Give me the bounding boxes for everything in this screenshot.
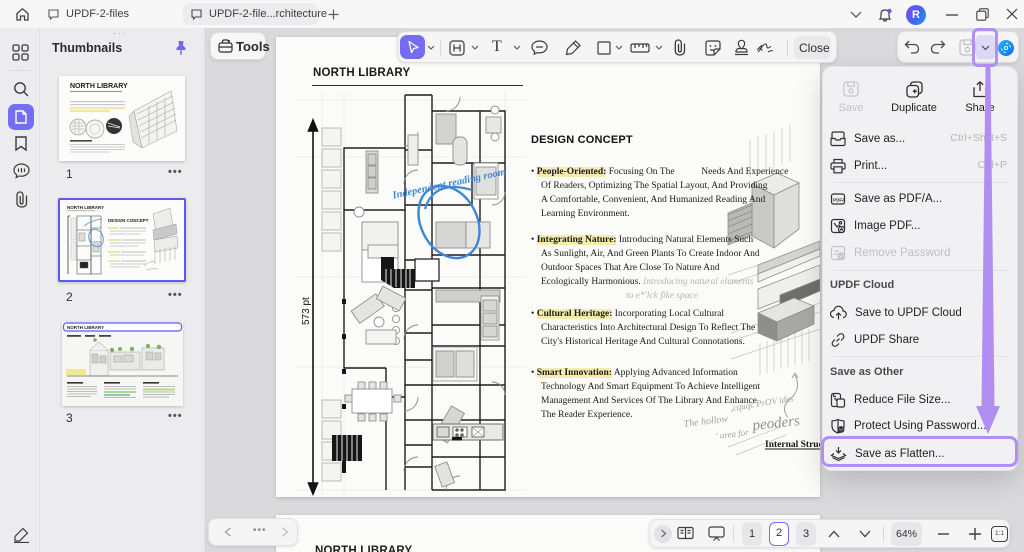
svg-text:573 pt: 573 pt [301,297,312,325]
svg-text:NORTH LIBRARY: NORTH LIBRARY [67,325,104,330]
svg-text:' area for: ' area for [715,427,750,441]
svg-text:DESIGN CONCEPT: DESIGN CONCEPT [108,218,149,223]
svg-text:PDFA: PDFA [833,198,846,203]
svg-text:NORTH LIBRARY: NORTH LIBRARY [67,205,104,210]
svg-text:NORTH LIBRARY: NORTH LIBRARY [70,83,128,90]
svg-text:Internal Structu: Internal Structu [765,440,820,450]
